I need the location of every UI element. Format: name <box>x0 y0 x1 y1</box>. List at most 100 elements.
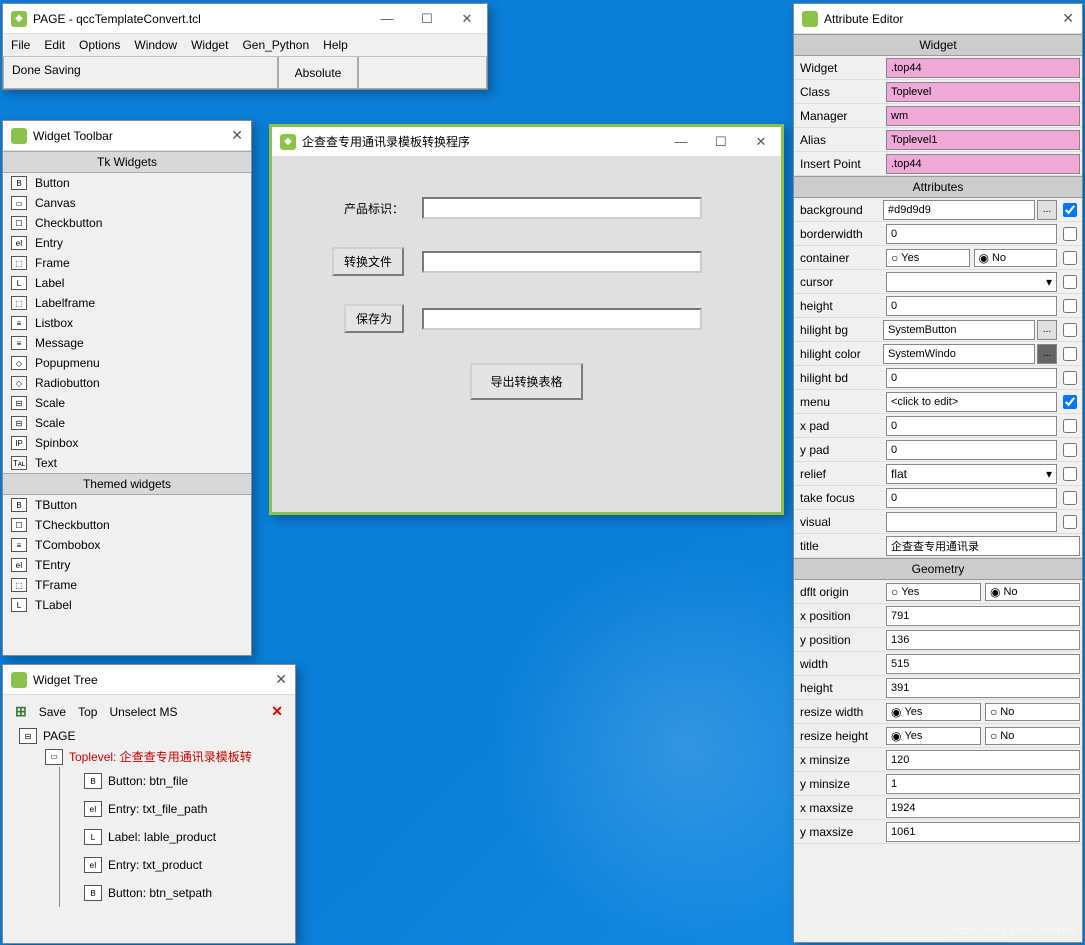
close-icon[interactable]: ✕ <box>231 127 243 144</box>
widget-item-checkbutton[interactable]: ☐Checkbutton <box>3 213 251 233</box>
attr-checkbox[interactable] <box>1063 371 1077 385</box>
widget-item-tbutton[interactable]: BTButton <box>3 495 251 515</box>
attr-checkbox[interactable] <box>1063 419 1077 433</box>
attr-value-input[interactable] <box>886 488 1057 508</box>
widget-item-message[interactable]: ≡Message <box>3 333 251 353</box>
attr-radio-no[interactable]: ○ No <box>985 727 1080 745</box>
attr-radio-yes[interactable]: ○ Yes <box>886 249 970 267</box>
txt-setpath-entry[interactable] <box>422 308 702 330</box>
widget-item-button[interactable]: BButton <box>3 173 251 193</box>
attr-value-input[interactable] <box>886 774 1080 794</box>
close-icon[interactable]: ✕ <box>275 671 287 688</box>
attr-value-input[interactable] <box>886 130 1080 150</box>
widget-item-tcheckbutton[interactable]: ☐TCheckbutton <box>3 515 251 535</box>
attr-value-input[interactable] <box>886 822 1080 842</box>
attr-radio-no[interactable]: ○ No <box>985 703 1080 721</box>
attr-titlebar[interactable]: Attribute Editor ✕ <box>794 4 1082 34</box>
widget-item-tlabel[interactable]: LTLabel <box>3 595 251 615</box>
attr-radio-yes[interactable]: ◉ Yes <box>886 727 981 745</box>
tree-toplevel-node[interactable]: ▭ Toplevel: 企查查专用通讯录模板转 <box>45 746 291 767</box>
attr-checkbox[interactable] <box>1063 443 1077 457</box>
tree-top-button[interactable]: Top <box>78 705 97 719</box>
widget-item-listbox[interactable]: ≡Listbox <box>3 313 251 333</box>
attr-value-input[interactable] <box>886 368 1057 388</box>
attr-value-input[interactable] <box>883 200 1035 220</box>
menu-edit[interactable]: Edit <box>44 38 65 52</box>
attr-value-input[interactable] <box>886 512 1057 532</box>
txt-product-entry[interactable] <box>422 197 702 219</box>
attr-checkbox[interactable] <box>1063 347 1077 361</box>
attr-browse-button[interactable]: ... <box>1037 320 1057 340</box>
close-icon[interactable]: ✕ <box>1062 10 1074 27</box>
attr-select[interactable]: ▾ <box>886 272 1057 292</box>
tree-titlebar[interactable]: Widget Tree ✕ <box>3 665 295 695</box>
menu-widget[interactable]: Widget <box>191 38 228 52</box>
page-titlebar[interactable]: ◆ PAGE - qccTemplateConvert.tcl — ☐ ✕ <box>3 4 487 34</box>
attr-radio-no[interactable]: ◉ No <box>985 583 1080 601</box>
tree-save-button[interactable]: Save <box>39 705 66 719</box>
attr-value-input[interactable] <box>886 654 1080 674</box>
delete-icon[interactable]: ✕ <box>271 703 283 720</box>
attr-value-input[interactable] <box>886 440 1057 460</box>
attr-checkbox[interactable] <box>1063 323 1077 337</box>
widget-item-scale[interactable]: ⊟Scale <box>3 413 251 433</box>
widget-item-label[interactable]: LLabel <box>3 273 251 293</box>
attr-value-input[interactable] <box>886 416 1057 436</box>
attr-radio-yes[interactable]: ◉ Yes <box>886 703 981 721</box>
tree-node[interactable]: BButton: btn_file <box>84 767 291 795</box>
attr-value-input[interactable] <box>886 296 1057 316</box>
tree-root-node[interactable]: ⊟ PAGE <box>19 726 291 746</box>
tree-node[interactable]: eIEntry: txt_file_path <box>84 795 291 823</box>
widget-item-frame[interactable]: ⬚Frame <box>3 253 251 273</box>
attr-value-input[interactable] <box>883 320 1035 340</box>
attr-select[interactable]: flat▾ <box>886 464 1057 484</box>
attr-checkbox[interactable] <box>1063 203 1077 217</box>
widget-item-scale[interactable]: ⊟Scale <box>3 393 251 413</box>
maximize-button[interactable]: ☐ <box>407 4 447 34</box>
attr-body[interactable]: Widget WidgetClassManagerAliasInsert Poi… <box>794 34 1082 940</box>
toolbar-titlebar[interactable]: Widget Toolbar ✕ <box>3 121 251 151</box>
attr-value-input[interactable] <box>886 58 1080 78</box>
attr-value-input[interactable] <box>883 344 1035 364</box>
expand-icon[interactable]: ⊞ <box>15 703 27 720</box>
attr-checkbox[interactable] <box>1063 275 1077 289</box>
attr-value-input[interactable] <box>886 106 1080 126</box>
attr-value-input[interactable] <box>886 798 1080 818</box>
attr-value-input[interactable] <box>886 536 1080 556</box>
minimize-button[interactable]: — <box>661 127 701 157</box>
menu-help[interactable]: Help <box>323 38 348 52</box>
tree-node[interactable]: BButton: btn_setpath <box>84 879 291 907</box>
menu-file[interactable]: File <box>11 38 30 52</box>
menu-window[interactable]: Window <box>134 38 177 52</box>
maximize-button[interactable]: ☐ <box>701 127 741 157</box>
menu-options[interactable]: Options <box>79 38 120 52</box>
attr-checkbox[interactable] <box>1063 299 1077 313</box>
btn-setpath[interactable]: 保存为 <box>344 304 404 333</box>
widget-item-tcombobox[interactable]: ≡TCombobox <box>3 535 251 555</box>
attr-browse-button[interactable]: ... <box>1037 200 1057 220</box>
widget-item-canvas[interactable]: ▭Canvas <box>3 193 251 213</box>
close-button[interactable]: ✕ <box>741 127 781 157</box>
attr-checkbox[interactable] <box>1063 515 1077 529</box>
btn-file[interactable]: 转换文件 <box>332 247 404 276</box>
design-titlebar[interactable]: ◆ 企查查专用通讯录模板转换程序 — ☐ ✕ <box>272 127 781 157</box>
attr-checkbox[interactable] <box>1063 251 1077 265</box>
attr-checkbox[interactable] <box>1063 467 1077 481</box>
minimize-button[interactable]: — <box>367 4 407 34</box>
tree-node[interactable]: LLabel: lable_product <box>84 823 291 851</box>
widget-item-spinbox[interactable]: IPSpinbox <box>3 433 251 453</box>
attr-value-input[interactable] <box>886 154 1080 174</box>
toolbar-list[interactable]: Tk WidgetsBButton▭Canvas☐CheckbuttoneIEn… <box>3 151 251 625</box>
attr-value-input[interactable] <box>886 750 1080 770</box>
attr-value-input[interactable] <box>886 606 1080 626</box>
tree-unselect-button[interactable]: Unselect MS <box>109 705 177 719</box>
attr-value-input[interactable] <box>886 678 1080 698</box>
tree-node[interactable]: eIEntry: txt_product <box>84 851 291 879</box>
widget-item-tframe[interactable]: ⬚TFrame <box>3 575 251 595</box>
close-button[interactable]: ✕ <box>447 4 487 34</box>
attr-value-input[interactable] <box>886 392 1057 412</box>
widget-item-radiobutton[interactable]: ◇Radiobutton <box>3 373 251 393</box>
attr-radio-no[interactable]: ◉ No <box>974 249 1058 267</box>
txt-file-path-entry[interactable] <box>422 251 702 273</box>
widget-item-text[interactable]: TᴀʟText <box>3 453 251 473</box>
